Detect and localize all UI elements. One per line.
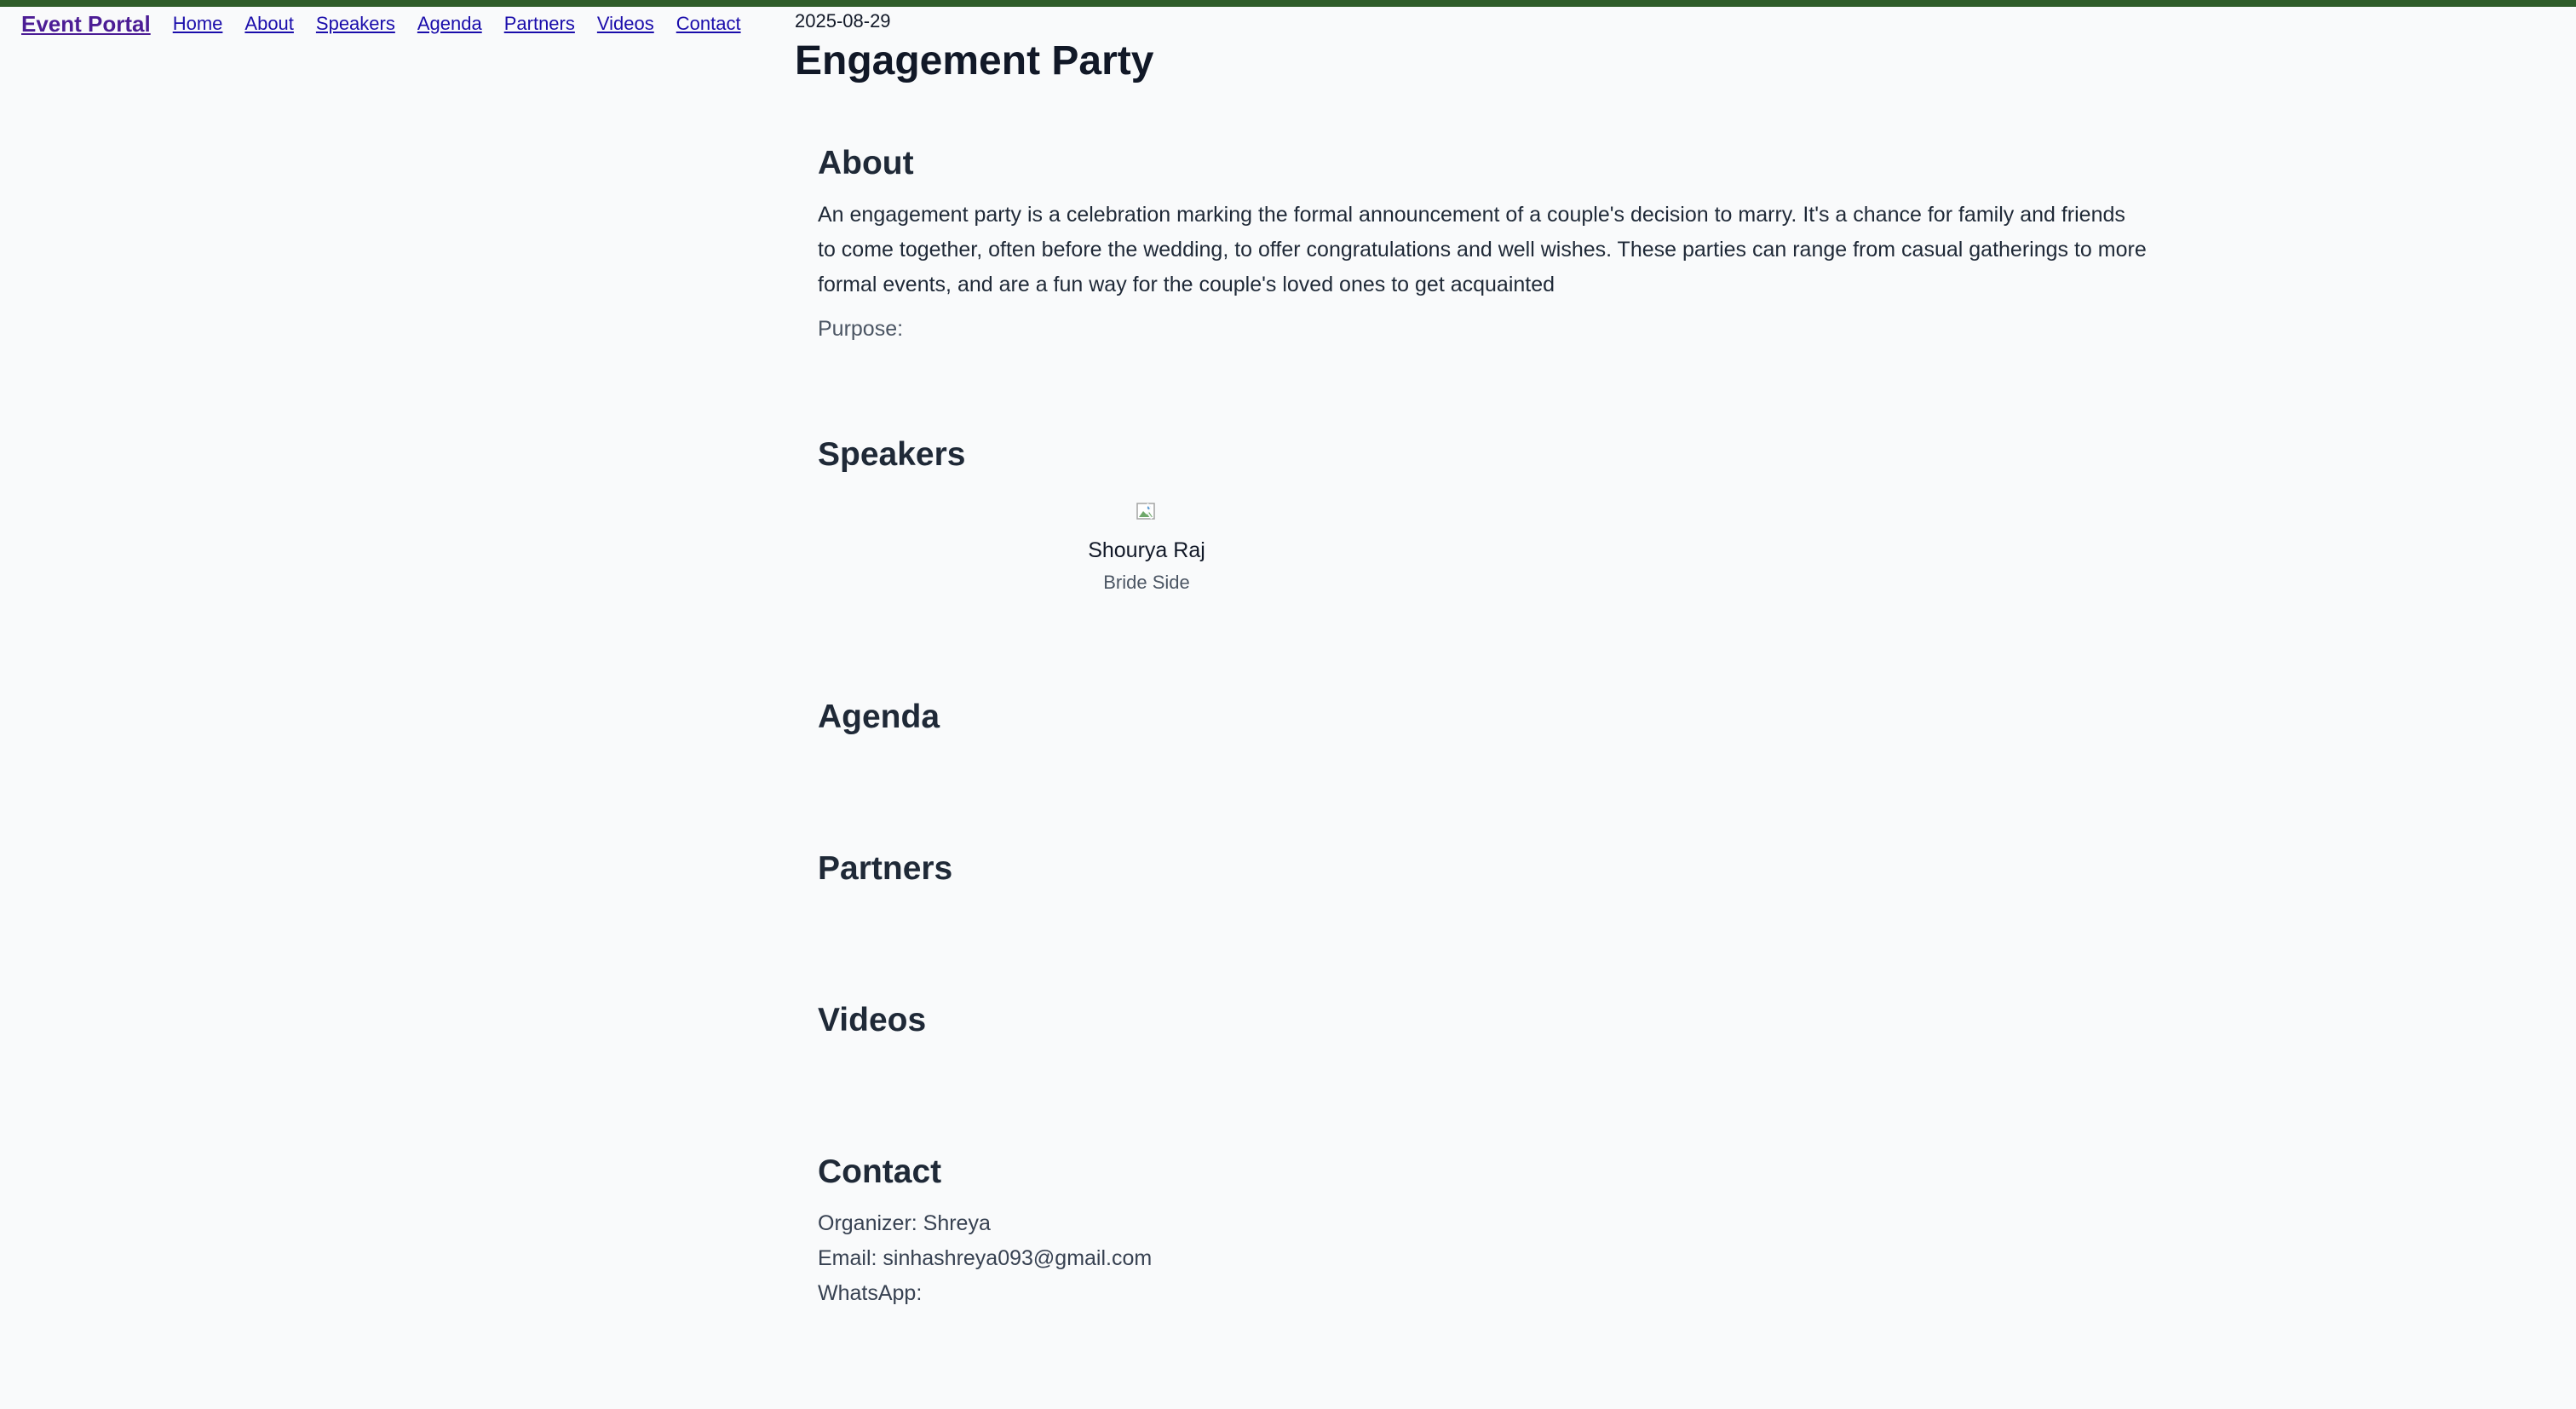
contact-email: Email: sinhashreya093@gmail.com [818, 1246, 1153, 1270]
nav-link-speakers[interactable]: Speakers [316, 13, 395, 35]
about-description: An engagement party is a celebration mar… [818, 203, 2147, 296]
top-nav: Event Portal Home About Speakers Agenda … [21, 9, 763, 39]
nav-link-home[interactable]: Home [173, 13, 223, 35]
nav-link-partners[interactable]: Partners [504, 13, 575, 35]
contact-organizer: Organizer: Shreya [818, 1211, 991, 1235]
contact-whatsapp: WhatsApp: [818, 1281, 923, 1305]
nav-link-videos[interactable]: Videos [597, 13, 654, 35]
speaker-role: Bride Side [1103, 572, 1190, 593]
nav-link-contact[interactable]: Contact [676, 13, 741, 35]
nav-link-about[interactable]: About [244, 13, 294, 35]
speakers-heading: Speakers [818, 436, 966, 473]
nav-link-agenda[interactable]: Agenda [417, 13, 482, 35]
brand-link[interactable]: Event Portal [21, 11, 151, 37]
top-accent-bar [0, 0, 2576, 7]
partners-heading: Partners [818, 850, 953, 887]
purpose-label: Purpose: [818, 317, 904, 341]
contact-heading: Contact [818, 1153, 942, 1190]
videos-heading: Videos [818, 1002, 927, 1038]
broken-image-icon [1136, 501, 1158, 523]
speaker-card: Shourya Raj Bride Side [1061, 501, 1232, 594]
about-heading: About [818, 145, 914, 181]
page-title: Engagement Party [795, 38, 1154, 83]
speaker-name: Shourya Raj [1088, 538, 1205, 562]
agenda-heading: Agenda [818, 699, 940, 735]
event-date: 2025-08-29 [795, 10, 891, 32]
